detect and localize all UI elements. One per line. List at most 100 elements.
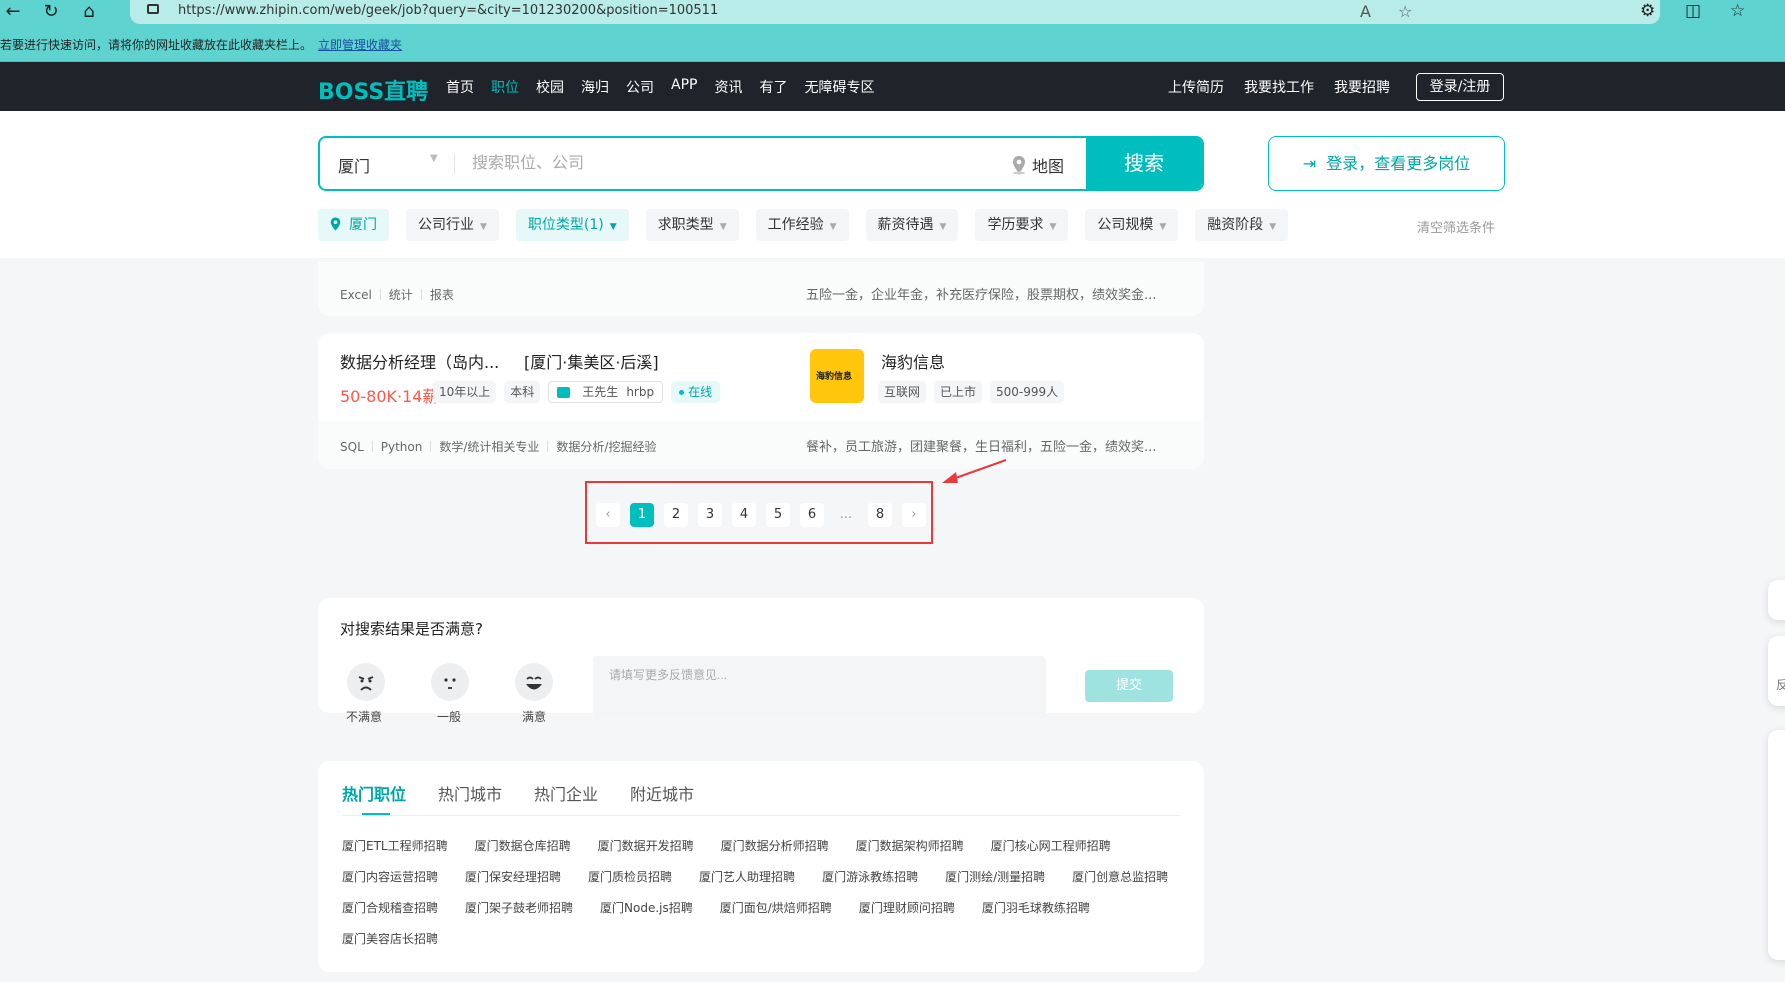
hot-job-link[interactable]: 厦门测绘/测量招聘 — [945, 868, 1045, 899]
find-job-link[interactable]: 我要找工作 — [1244, 77, 1314, 97]
job-card[interactable]: 数据分析经理（岛内... [厦门·集美区·后溪] 50-80K·14薪 10年以… — [318, 333, 1204, 469]
job-card-previous[interactable]: Excel 统计 报表 五险一金，企业年金，补充医疗保险，股票期权，绩效奖金..… — [318, 262, 1204, 316]
upload-resume-link[interactable]: 上传简历 — [1168, 77, 1224, 97]
filter-job-type[interactable]: 职位类型(1) ▼ — [515, 209, 629, 241]
favorites-bar: 若要进行快速访问，请将你的网址收藏放在此收藏夹栏上。 立即管理收藏夹 — [0, 26, 1785, 62]
hot-job-link[interactable]: 厦门游泳教练招聘 — [822, 868, 918, 899]
neutral-face-icon[interactable] — [431, 663, 469, 701]
prev-page-button[interactable]: ‹ — [596, 503, 620, 527]
recruiter-name: 王先生 — [582, 385, 619, 399]
feedback-textarea[interactable] — [593, 656, 1046, 718]
read-aloud-icon[interactable]: A — [1360, 2, 1371, 21]
nav-youle[interactable]: 有了 — [759, 77, 787, 97]
filter-seek-type[interactable]: 求职类型 ▼ — [645, 209, 739, 241]
filter-degree[interactable]: 学历要求 ▼ — [975, 209, 1069, 241]
skill-tag: Python — [380, 439, 423, 454]
nav-jobs[interactable]: 职位 — [491, 77, 519, 97]
float-toolbar[interactable] — [1768, 730, 1785, 960]
nav-overseas[interactable]: 海归 — [581, 77, 609, 97]
city-select[interactable]: 厦门 — [338, 153, 370, 177]
hot-job-link[interactable]: 厦门合规稽查招聘 — [342, 899, 438, 930]
page-2[interactable]: 2 — [664, 503, 688, 527]
favorite-star-icon[interactable]: ☆ — [1398, 2, 1412, 21]
page-1[interactable]: 1 — [630, 503, 654, 527]
feedback-float-widget[interactable]: 反 — [1768, 636, 1785, 706]
boss-logo[interactable]: BOSS直聘 — [318, 74, 428, 106]
address-bar[interactable]: https://www.zhipin.com/web/geek/job?quer… — [130, 0, 1660, 24]
scale-tag: 500-999人 — [990, 381, 1065, 403]
recruiter-chip[interactable]: 王先生 hrbp — [548, 381, 664, 403]
unsatisfied-face-icon[interactable] — [347, 663, 385, 701]
tab-hot-cities[interactable]: 热门城市 — [438, 781, 502, 815]
hot-job-link[interactable]: 厦门数据架构师招聘 — [856, 837, 964, 868]
hot-job-link[interactable]: 厦门理财顾问招聘 — [859, 899, 955, 930]
map-link[interactable]: 地图 — [1010, 153, 1064, 177]
nav-accessibility[interactable]: 无障碍专区 — [804, 77, 874, 97]
hot-job-link[interactable]: 厦门数据开发招聘 — [598, 837, 694, 868]
manage-favorites-link[interactable]: 立即管理收藏夹 — [318, 38, 402, 52]
search-input[interactable] — [472, 138, 992, 189]
nav-campus[interactable]: 校园 — [536, 77, 564, 97]
nav-news[interactable]: 资讯 — [714, 77, 742, 97]
filter-industry[interactable]: 公司行业 ▼ — [406, 209, 499, 241]
chevron-down-icon[interactable]: ▼ — [430, 153, 438, 164]
page-5[interactable]: 5 — [766, 503, 790, 527]
login-register-button[interactable]: 登录/注册 — [1416, 73, 1504, 101]
job-area: [厦门·集美区·后溪] — [524, 353, 659, 372]
tab-divider — [342, 815, 1180, 816]
hot-job-link[interactable]: 厦门创意总监招聘 — [1072, 868, 1168, 899]
filter-salary[interactable]: 薪资待遇 ▼ — [865, 209, 959, 241]
extensions-icon[interactable]: ⚙ — [1640, 1, 1655, 21]
search-button[interactable]: 搜索 — [1086, 138, 1202, 189]
tab-nearby-cities[interactable]: 附近城市 — [630, 781, 694, 815]
company-logo[interactable]: 海豹信息 — [810, 349, 864, 403]
hot-job-link[interactable]: 厦门架子鼓老师招聘 — [465, 899, 573, 930]
nav-app[interactable]: APP — [671, 77, 697, 97]
url-text[interactable]: https://www.zhipin.com/web/geek/job?quer… — [178, 3, 718, 18]
hot-job-link[interactable]: 厦门艺人助理招聘 — [699, 868, 795, 899]
company-name[interactable]: 海豹信息 — [881, 349, 945, 373]
hot-job-link[interactable]: 厦门数据分析师招聘 — [721, 837, 829, 868]
hot-job-link[interactable]: 厦门Node.js招聘 — [600, 899, 693, 930]
feedback-submit-button[interactable]: 提交 — [1085, 670, 1173, 702]
job-title[interactable]: 数据分析经理（岛内... — [340, 349, 499, 373]
float-widget-top[interactable] — [1768, 580, 1785, 620]
company-tags: 互联网 已上市 500-999人 — [878, 381, 1072, 403]
hot-job-links: 厦门ETL工程师招聘 厦门数据仓库招聘 厦门数据开发招聘 厦门数据分析师招聘 厦… — [342, 837, 1182, 961]
tab-hot-jobs[interactable]: 热门职位 — [342, 781, 406, 815]
hot-links-panel: 热门职位 热门城市 热门企业 附近城市 厦门ETL工程师招聘 厦门数据仓库招聘 … — [318, 761, 1204, 972]
next-page-button[interactable]: › — [902, 503, 926, 527]
hot-job-link[interactable]: 厦门面包/烘焙师招聘 — [720, 899, 832, 930]
login-see-more-button[interactable]: ⇥ 登录，查看更多岗位 — [1268, 136, 1505, 191]
refresh-icon[interactable]: ↻ — [40, 1, 62, 22]
page-8[interactable]: 8 — [868, 503, 892, 527]
filter-financing[interactable]: 融资阶段 ▼ — [1195, 209, 1289, 241]
split-screen-icon[interactable]: ◫ — [1685, 1, 1701, 21]
favorites-icon[interactable]: ☆ — [1730, 1, 1745, 21]
back-icon[interactable]: ← — [2, 1, 24, 22]
hot-job-link[interactable]: 厦门数据仓库招聘 — [475, 837, 571, 868]
hot-job-link[interactable]: 厦门质检员招聘 — [588, 868, 672, 899]
hot-job-link[interactable]: 厦门ETL工程师招聘 — [342, 837, 448, 868]
tab-hot-companies[interactable]: 热门企业 — [534, 781, 598, 815]
recruit-link[interactable]: 我要招聘 — [1334, 77, 1390, 97]
hot-job-link[interactable]: 厦门核心网工程师招聘 — [991, 837, 1111, 868]
page-3[interactable]: 3 — [698, 503, 722, 527]
home-icon[interactable]: ⌂ — [78, 1, 100, 22]
hot-job-link[interactable]: 厦门美容店长招聘 — [342, 930, 438, 961]
clear-filters-link[interactable]: 清空筛选条件 — [1417, 217, 1495, 236]
filter-industry-label: 公司行业 — [418, 217, 474, 233]
hot-job-link[interactable]: 厦门羽毛球教练招聘 — [982, 899, 1090, 930]
filter-city[interactable]: 厦门 — [318, 209, 389, 241]
job-salary: 50-80K·14薪 — [340, 387, 439, 406]
page-6[interactable]: 6 — [800, 503, 824, 527]
industry-tag: 互联网 — [878, 381, 927, 403]
filter-experience[interactable]: 工作经验 ▼ — [755, 209, 849, 241]
satisfied-face-icon[interactable] — [515, 663, 553, 701]
page-4[interactable]: 4 — [732, 503, 756, 527]
filter-scale[interactable]: 公司规模 ▼ — [1085, 209, 1179, 241]
hot-job-link[interactable]: 厦门内容运营招聘 — [342, 868, 438, 899]
nav-company[interactable]: 公司 — [626, 77, 654, 97]
hot-job-link[interactable]: 厦门保安经理招聘 — [465, 868, 561, 899]
nav-home[interactable]: 首页 — [446, 77, 474, 97]
